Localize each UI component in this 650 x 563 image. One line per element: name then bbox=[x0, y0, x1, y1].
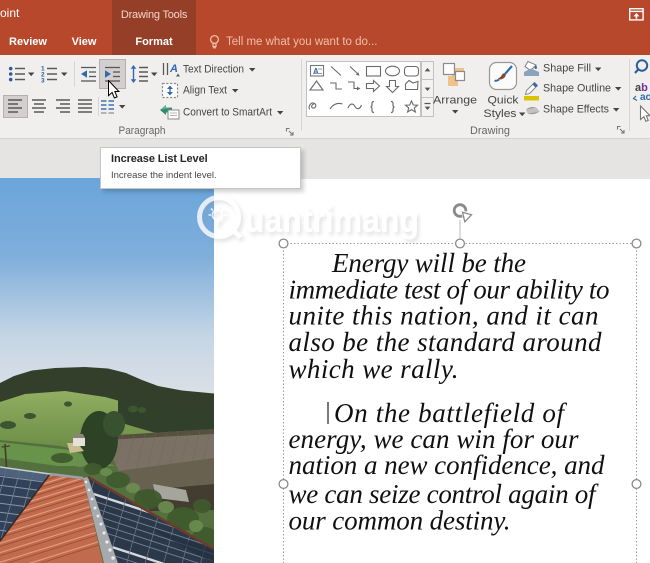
svg-text:also be the standard around: also be the standard around bbox=[289, 327, 603, 357]
svg-text:Energy will be the: Energy will be the bbox=[331, 248, 526, 278]
svg-text:nation a new confidence, and: nation a new confidence, and bbox=[289, 450, 606, 480]
svg-text:we can seize control again of: we can seize control again of bbox=[289, 479, 599, 509]
svg-text:our common destiny.: our common destiny. bbox=[289, 506, 511, 536]
svg-text:unite this nation, and it can: unite this nation, and it can bbox=[289, 301, 599, 331]
svg-text:which we rally.: which we rally. bbox=[289, 354, 459, 384]
